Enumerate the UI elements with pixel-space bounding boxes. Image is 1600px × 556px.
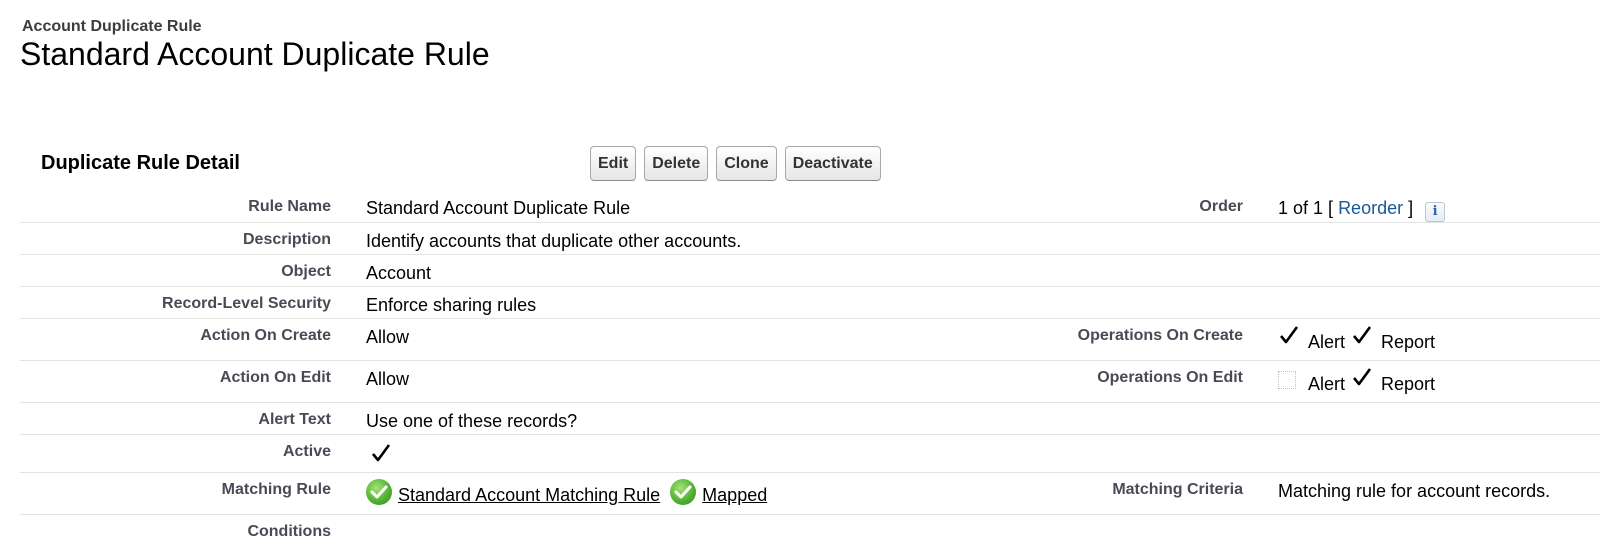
- operations-on-edit-label: Operations On Edit: [1097, 369, 1243, 386]
- deactivate-button[interactable]: Deactivate: [784, 146, 881, 181]
- row-record-level-security: Record-Level Security Enforce sharing ru…: [20, 287, 1600, 319]
- order-suffix: ]: [1408, 198, 1414, 218]
- description-label: Description: [242, 231, 331, 248]
- action-on-edit-value: Allow: [366, 369, 410, 389]
- checkmark-icon: [1351, 326, 1373, 349]
- report-label: Report: [1381, 331, 1436, 352]
- alert-label: Alert: [1308, 373, 1346, 394]
- green-check-icon: [366, 479, 392, 505]
- row-alert-text: Alert Text Use one of these records?: [20, 403, 1600, 435]
- row-action-on-create: Action On Create Allow Operations On Cre…: [20, 319, 1600, 361]
- matching-criteria-value: Matching rule for account records.: [1278, 481, 1551, 501]
- reorder-link[interactable]: Reorder: [1338, 198, 1403, 219]
- record-level-security-label: Record-Level Security: [162, 295, 331, 312]
- green-check-icon: [670, 479, 697, 505]
- mapped-link[interactable]: Mapped: [702, 485, 767, 506]
- row-description: Description Identify accounts that dupli…: [20, 223, 1600, 255]
- row-matching-rule: Matching Rule Standard Account Matching …: [20, 473, 1600, 515]
- info-icon[interactable]: i: [1425, 201, 1446, 222]
- rule-name-label: Rule Name: [248, 198, 331, 215]
- object-label: Object: [281, 263, 331, 280]
- operations-on-edit-value: Alert Report: [1278, 368, 1441, 394]
- alert-text-label: Alert Text: [258, 411, 331, 428]
- row-object: Object Account: [20, 255, 1600, 287]
- matching-rule-value: Standard Account Matching Rule Mapped: [366, 479, 767, 505]
- object-value: Account: [366, 263, 432, 283]
- row-active: Active: [20, 435, 1600, 473]
- row-action-on-edit: Action On Edit Allow Operations On Edit …: [20, 361, 1600, 403]
- report-label: Report: [1381, 373, 1436, 394]
- checkmark-icon: [1278, 326, 1300, 349]
- rule-name-value: Standard Account Duplicate Rule: [366, 198, 631, 218]
- conditions-label: Conditions: [247, 523, 331, 540]
- checkmark-icon: [1351, 368, 1373, 391]
- action-on-create-value: Allow: [366, 327, 410, 347]
- operations-on-create-value: Alert Report: [1278, 326, 1441, 352]
- page-title: Standard Account Duplicate Rule: [20, 36, 490, 72]
- order-label: Order: [1199, 198, 1243, 215]
- order-text: 1 of 1 [: [1278, 198, 1334, 218]
- row-rule-name: Rule Name Standard Account Duplicate Rul…: [20, 190, 1600, 223]
- unchecked-box-icon: [1278, 371, 1296, 389]
- edit-button[interactable]: Edit: [590, 146, 637, 181]
- row-conditions: Conditions: [20, 515, 1600, 547]
- object-type-label: Account Duplicate Rule: [22, 18, 202, 35]
- section-title: Duplicate Rule Detail: [41, 152, 240, 174]
- matching-rule-link[interactable]: Standard Account Matching Rule: [398, 485, 660, 506]
- matching-rule-label: Matching Rule: [221, 481, 331, 498]
- active-label: Active: [282, 443, 331, 460]
- description-value: Identify accounts that duplicate other a…: [366, 231, 742, 251]
- detail-table: Rule Name Standard Account Duplicate Rul…: [20, 190, 1600, 547]
- operations-on-create-label: Operations On Create: [1077, 327, 1243, 344]
- delete-button[interactable]: Delete: [644, 146, 709, 181]
- matching-criteria-label: Matching Criteria: [1112, 481, 1243, 498]
- detail-button-bar: Edit Delete Clone Deactivate: [590, 146, 881, 181]
- active-value: [370, 444, 392, 467]
- action-on-create-label: Action On Create: [200, 327, 331, 344]
- alert-label: Alert: [1308, 331, 1346, 352]
- record-level-security-value: Enforce sharing rules: [366, 295, 537, 315]
- alert-text-value: Use one of these records?: [366, 411, 578, 431]
- checkmark-icon: [370, 444, 392, 467]
- clone-button[interactable]: Clone: [716, 146, 777, 181]
- action-on-edit-label: Action On Edit: [219, 369, 331, 386]
- order-value: 1 of 1 [ Reorder ] i: [1278, 198, 1446, 222]
